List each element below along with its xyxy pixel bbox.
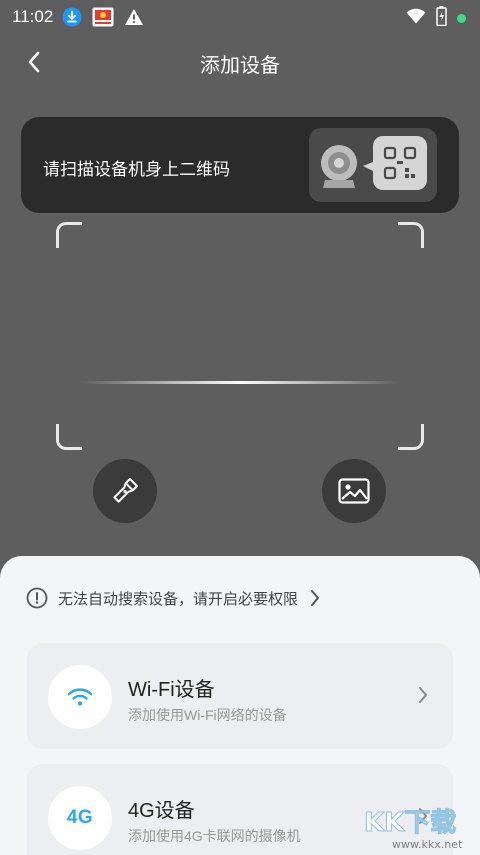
image-icon: [338, 478, 370, 504]
status-time: 11:02: [12, 7, 54, 26]
wifi-device-title: Wi-Fi设备: [128, 679, 215, 701]
4g-icon-label: 4G: [66, 807, 94, 828]
download-icon: [61, 6, 83, 28]
scan-frame-corner-bottom-left: [56, 424, 82, 450]
app-notification-icon: [92, 6, 114, 28]
scan-hint-card: 请扫描设备机身上二维码: [21, 117, 459, 213]
chevron-right-icon: [311, 590, 320, 606]
permission-notice[interactable]: 无法自动搜索设备，请开启必要权限: [26, 586, 320, 610]
4g-device-subtitle: 添加使用4G卡联网的摄像机: [128, 828, 301, 844]
scan-line: [80, 381, 400, 384]
scan-illustration: [309, 128, 437, 202]
wifi-icon: [406, 8, 426, 29]
camera-icon: [321, 145, 357, 188]
scan-frame-corner-top-right: [398, 222, 424, 248]
page-title: 添加设备: [200, 55, 280, 77]
scan-hint-text: 请扫描设备机身上二维码: [43, 160, 230, 179]
info-icon: [26, 587, 48, 609]
watermark-url: www.kkx.net: [392, 838, 463, 851]
battery-charging-icon: [436, 6, 447, 31]
permission-notice-text: 无法自动搜索设备，请开启必要权限: [58, 590, 299, 608]
watermark-logo: KK下载: [363, 808, 457, 839]
top-bar: 添加设备: [0, 40, 480, 84]
warning-icon: [123, 6, 145, 28]
scan-frame-corner-top-left: [56, 222, 82, 248]
4g-device-title: 4G设备: [128, 800, 195, 822]
album-button[interactable]: [322, 459, 386, 523]
scan-frame-corner-bottom-right: [398, 424, 424, 450]
flashlight-icon: [113, 477, 139, 503]
wifi-device-option[interactable]: Wi-Fi设备 添加使用Wi-Fi网络的设备: [27, 643, 453, 749]
4g-icon: 4G: [48, 786, 112, 850]
chevron-right-icon: [415, 683, 431, 707]
active-dot-icon: [457, 14, 466, 23]
wifi-device-subtitle: 添加使用Wi-Fi网络的设备: [128, 707, 287, 723]
flashlight-button[interactable]: [93, 459, 157, 523]
status-bar: 11:02: [0, 0, 480, 34]
qr-code-icon: [363, 136, 427, 190]
wifi-icon: [48, 665, 112, 729]
